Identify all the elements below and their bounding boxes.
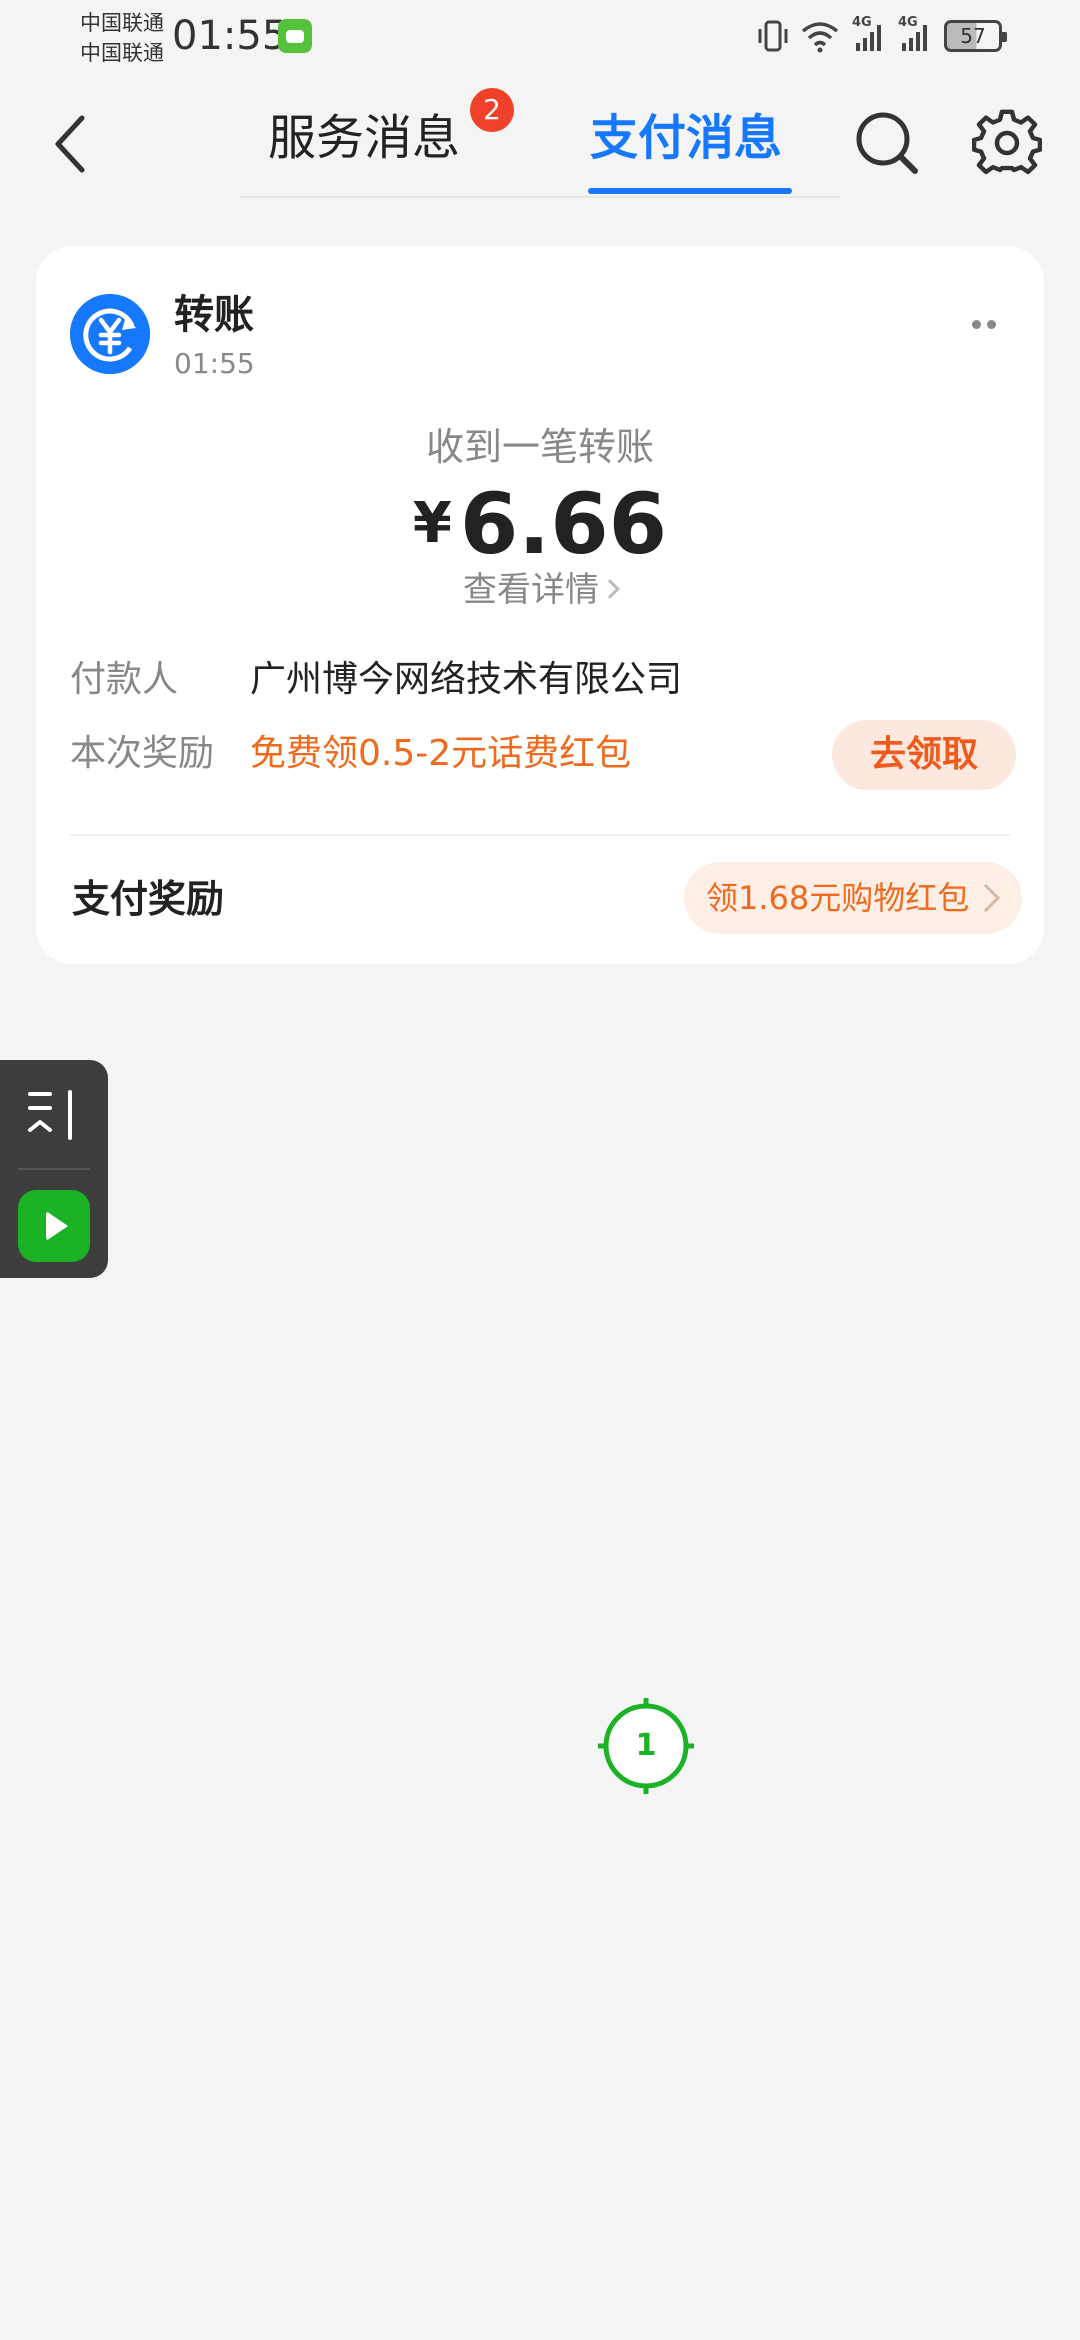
payment-reward-title: 支付奖励 xyxy=(72,877,225,921)
reward-label: 本次奖励 xyxy=(70,733,215,774)
touch-marker: 1 xyxy=(598,1698,694,1794)
received-transfer-text: 收到一笔转账 xyxy=(425,425,654,469)
card-divider xyxy=(70,834,1010,836)
shopping-red-packet-button[interactable]: 领1.68元购物红包 xyxy=(684,862,1022,934)
carrier-2: 中国联通 xyxy=(80,41,164,65)
vibrate-icon xyxy=(758,20,788,52)
tab-divider xyxy=(240,196,840,198)
signal-icon: 4G xyxy=(852,15,886,53)
view-details-label: 查看详情 xyxy=(463,570,599,610)
claim-button[interactable]: 去领取 xyxy=(832,720,1016,790)
reward-value[interactable]: 免费领0.5-2元话费红包 xyxy=(250,730,631,778)
signal-icon: 4G xyxy=(898,15,932,53)
wifi-icon xyxy=(801,22,839,53)
shopping-red-packet-label: 领1.68元购物红包 xyxy=(706,879,970,917)
status-time: 01:55 xyxy=(172,13,288,59)
card-timestamp: 01:55 xyxy=(174,347,255,380)
status-bar: 中国联通 中国联通 01:55 4G 4G 57 xyxy=(0,0,1080,72)
transfer-icon xyxy=(70,294,150,374)
back-button[interactable] xyxy=(46,112,102,176)
tab-service-messages[interactable]: 服务消息 xyxy=(268,102,460,174)
carrier-labels: 中国联通 中国联通 xyxy=(80,8,164,68)
payer-label: 付款人 xyxy=(70,659,179,700)
carrier-1: 中国联通 xyxy=(80,11,164,35)
more-options-button[interactable] xyxy=(960,306,1008,342)
status-icons: 4G 4G 57 xyxy=(758,15,1007,56)
unread-badge: 2 xyxy=(470,88,514,132)
play-icon[interactable] xyxy=(18,1190,90,1262)
active-tab-indicator xyxy=(588,188,792,194)
view-details-link[interactable]: 查看详情 xyxy=(36,566,1044,614)
floating-widget[interactable] xyxy=(0,1060,108,1278)
header: 服务消息 2 支付消息 xyxy=(0,72,1080,202)
chevron-right-icon xyxy=(971,883,1001,913)
app-notification-icon xyxy=(278,19,312,53)
settings-button[interactable] xyxy=(972,108,1042,178)
tab-payment-messages[interactable]: 支付消息 xyxy=(590,102,782,174)
chevron-right-icon xyxy=(600,578,620,599)
touch-marker-number: 1 xyxy=(635,1728,657,1763)
payer-value: 广州博今网络技术有限公司 xyxy=(250,659,683,700)
transfer-amount: 6.66 xyxy=(459,475,668,573)
card-title: 转账 xyxy=(174,292,254,338)
search-button[interactable] xyxy=(852,108,922,178)
transfer-message-card[interactable]: 转账 01:55 收到一笔转账 ¥6.66 查看详情 付款人 广州博今网络技术有… xyxy=(36,246,1044,964)
currency-symbol: ¥ xyxy=(412,491,452,556)
battery-icon: 57 xyxy=(944,20,1007,52)
widget-divider xyxy=(18,1168,90,1170)
battery-level: 57 xyxy=(960,24,986,48)
collapse-icon[interactable] xyxy=(26,1086,82,1146)
